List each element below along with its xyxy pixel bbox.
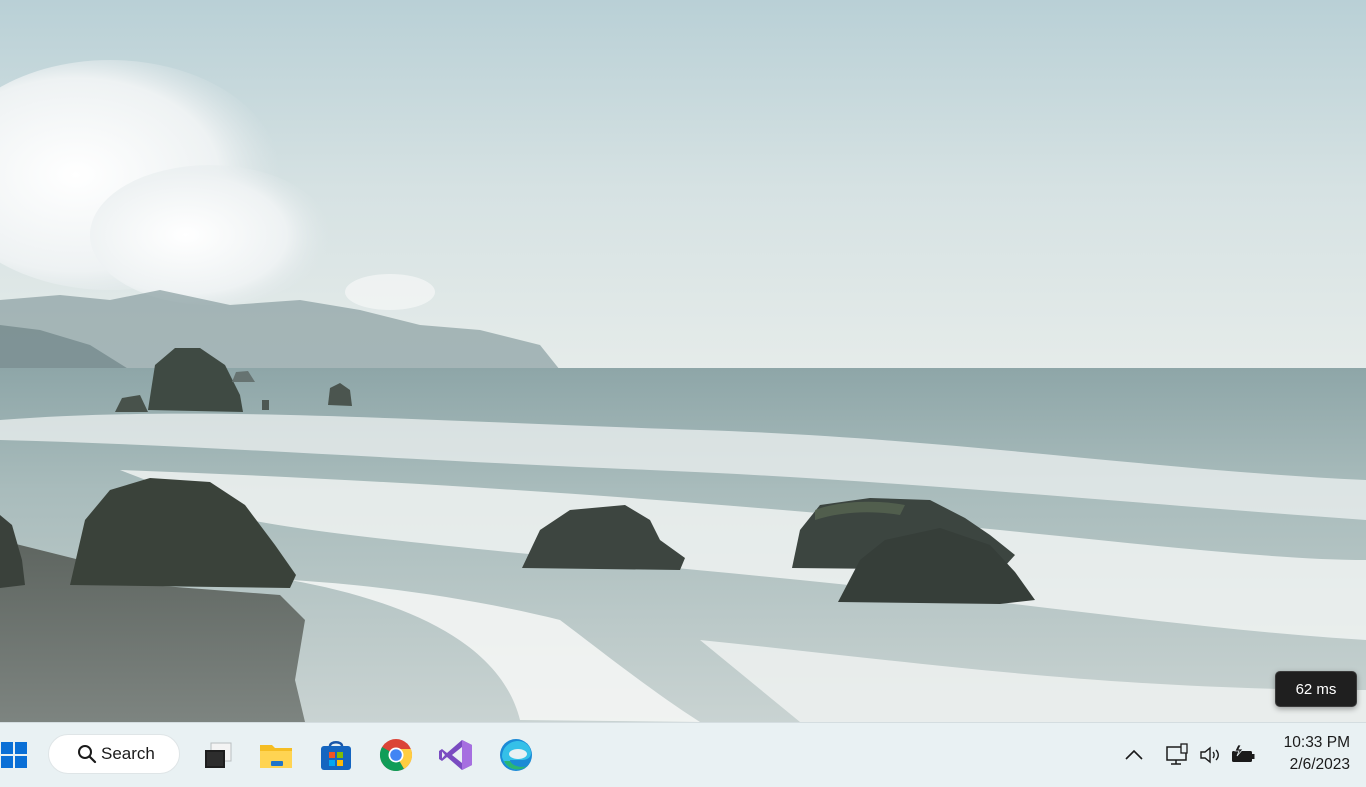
visual-studio-icon <box>439 740 472 770</box>
microsoft-store-button[interactable] <box>314 733 358 777</box>
volume-button[interactable] <box>1196 733 1224 777</box>
chrome-icon <box>379 739 413 772</box>
file-explorer-button[interactable] <box>254 733 298 777</box>
start-button[interactable] <box>0 733 30 777</box>
chrome-button[interactable] <box>374 733 418 777</box>
search-icon <box>78 745 97 764</box>
latency-tooltip: 62 ms <box>1275 671 1357 707</box>
wallpaper-image <box>0 0 1366 722</box>
store-bag-icon <box>321 741 351 770</box>
clock[interactable]: 10:33 PM 2/6/2023 <box>1270 732 1354 778</box>
task-view-icon <box>205 742 232 768</box>
battery-button[interactable] <box>1228 733 1258 777</box>
search-button[interactable]: Search <box>48 734 180 774</box>
clock-date: 2/6/2023 <box>1289 756 1350 773</box>
tooltip-text: 62 ms <box>1295 680 1337 698</box>
network-monitor-icon <box>1166 743 1188 765</box>
task-view-button[interactable] <box>194 733 238 777</box>
battery-charging-icon <box>1232 744 1255 762</box>
clock-time: 10:33 PM <box>1283 734 1350 751</box>
chevron-up-icon <box>1125 749 1143 760</box>
network-button[interactable] <box>1162 733 1192 777</box>
show-hidden-icons-button[interactable] <box>1118 733 1150 777</box>
windows-logo-icon <box>1 742 27 768</box>
edge-button[interactable] <box>494 733 538 777</box>
folder-icon <box>260 745 292 768</box>
visual-studio-button[interactable] <box>434 733 478 777</box>
taskbar: Search 10:33 PM 2/6/2023 <box>0 722 1366 787</box>
search-label: Search <box>101 744 155 763</box>
edge-icon <box>500 739 532 771</box>
speaker-icon <box>1200 746 1219 764</box>
desktop-wallpaper: 62 ms <box>0 0 1366 722</box>
